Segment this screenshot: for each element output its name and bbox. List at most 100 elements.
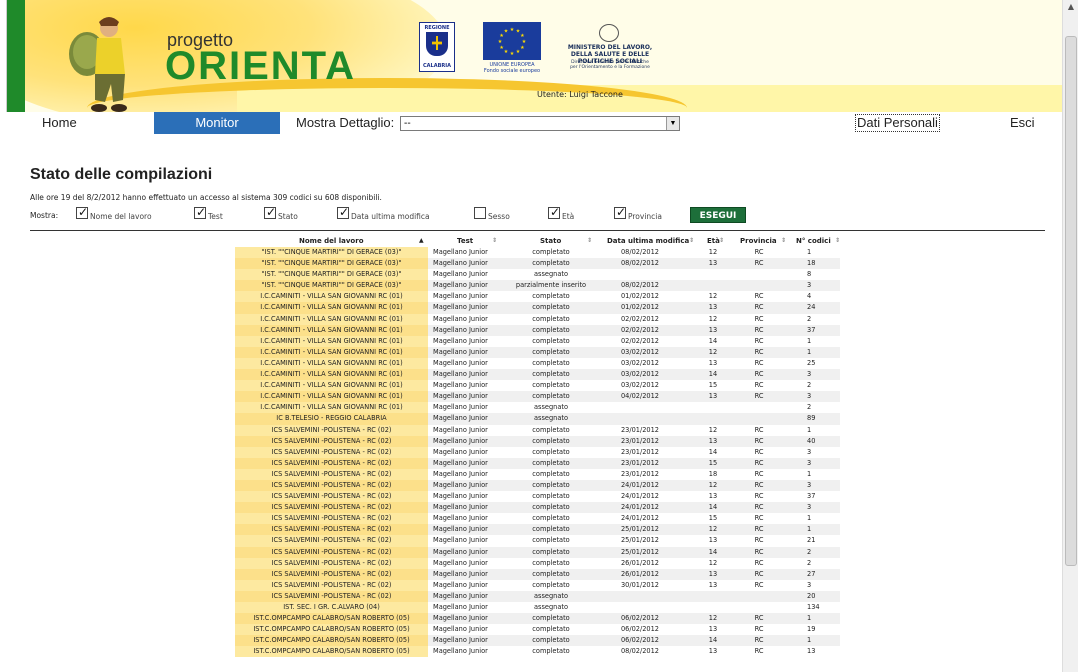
cell-provincia: RC [754,647,764,656]
cell-data: 25/01/2012 [620,525,659,534]
column-header-stato[interactable]: Stato [540,237,561,247]
cell-stato: completato [532,292,570,301]
column-header-nome[interactable]: Nome del lavoro [299,237,364,247]
cell-ncodici: 3 [807,447,812,456]
cell-stato: completato [532,647,570,656]
sort-asc-icon[interactable]: ▲ [419,237,424,247]
cell-test: Magellano Junior [433,347,488,356]
nav-monitor[interactable]: Monitor [154,112,280,134]
cell-eta: 15 [708,381,718,390]
filter-checkbox-stato[interactable] [264,205,276,219]
cell-ncodici: 3 [807,458,812,467]
eu-star-icon: ★ [516,49,521,55]
cell-data: 01/02/2012 [620,292,659,301]
scrollbar-thumb[interactable] [1065,36,1077,566]
column-header-ncodici[interactable]: N° codici [796,237,831,247]
cell-ncodici: 24 [807,303,816,312]
cell-eta [703,413,723,424]
filter-checkbox-eta[interactable] [548,205,560,219]
cell-nome: "IST. ""CINQUE MARTIRI"" DI GERACE (03)" [235,258,428,270]
cell-test: Magellano Junior [433,259,488,268]
table-row: "IST. ""CINQUE MARTIRI"" DI GERACE (03)"… [235,258,840,270]
ministry-line1: MINISTERO DEL LAVORO, [567,44,653,51]
cell-eta: 18 [708,469,718,478]
cell-nome: IST.C.OMPCAMPO CALABRO/SAN ROBERTO (05) [235,635,428,647]
table-row: ICS SALVEMINI -POLISTENA - RC (02) Magell… [235,479,840,492]
cell-nome: ICS SALVEMINI -POLISTENA - RC (02) [235,513,428,525]
table-row: I.C.CAMINITI - VILLA SAN GIOVANNI RC (01… [235,302,840,314]
table-row: ICS SALVEMINI -POLISTENA - RC (02) Magell… [235,424,840,436]
nav-home[interactable]: Home [42,112,77,134]
scroll-up-icon[interactable]: ▲ [1064,0,1078,14]
cell-provincia: RC [754,447,764,456]
table-row: ICS SALVEMINI -POLISTENA - RC (02) Magell… [235,435,840,447]
cell-provincia: RC [754,248,764,256]
sort-icon[interactable]: ⇕ [587,237,592,247]
cell-provincia: RC [754,292,764,301]
cell-provincia [749,402,769,413]
filter-checkbox-test[interactable] [194,205,206,219]
ministry-emblem-icon [599,24,619,42]
cell-ncodici: 2 [807,381,812,390]
esegui-button[interactable]: ESEGUI [690,207,746,223]
chevron-down-icon[interactable]: ▼ [666,117,679,130]
cell-eta: 12 [708,525,718,534]
cell-ncodici: 3 [807,392,812,401]
vertical-scrollbar[interactable]: ▲ [1062,0,1078,672]
cell-test: Magellano Junior [433,514,488,523]
table-row: I.C.CAMINITI - VILLA SAN GIOVANNI RC (01… [235,357,840,370]
filter-checkbox-provincia[interactable] [614,205,626,219]
cell-data: 03/02/2012 [620,358,659,367]
cell-data: 24/01/2012 [620,503,659,512]
filter-label-test: Test [208,212,223,221]
cell-ncodici: 2 [807,403,812,412]
table-row: I.C.CAMINITI - VILLA SAN GIOVANNI RC (01… [235,313,840,325]
filter-checkbox-data[interactable] [337,205,349,219]
sort-icon[interactable]: ⇕ [492,237,497,247]
table-body: "IST. ""CINQUE MARTIRI"" DI GERACE (03)"… [235,247,840,658]
column-header-eta[interactable]: Età [707,237,720,247]
cell-stato: parzialmente inserito [515,281,587,290]
cell-eta [703,591,723,602]
column-header-provincia[interactable]: Provincia [740,237,777,247]
cell-nome: ICS SALVEMINI -POLISTENA - RC (02) [235,424,428,436]
cell-test: Magellano Junior [433,492,488,501]
cell-data: 08/02/2012 [620,248,659,256]
sort-icon[interactable]: ⇕ [781,237,786,247]
cell-test: Magellano Junior [433,591,488,600]
cell-data: 24/01/2012 [620,480,659,489]
cell-provincia: RC [754,347,764,356]
cell-provincia: RC [754,558,764,567]
mostra-dettaglio-select[interactable]: -- ▼ [400,116,680,131]
cell-provincia: RC [754,514,764,523]
sort-icon[interactable]: ⇕ [835,237,840,247]
cell-nome: "IST. ""CINQUE MARTIRI"" DI GERACE (03)" [235,247,428,259]
cell-data: 25/01/2012 [620,547,659,556]
filter-label-nome: Nome del lavoro [90,212,152,221]
cell-stato: completato [532,248,570,256]
cell-data [605,402,675,413]
cell-stato: completato [532,469,570,478]
cell-eta: 12 [708,347,718,356]
column-header-test[interactable]: Test [457,237,473,247]
cell-test: Magellano Junior [433,325,488,334]
cell-ncodici: 37 [807,325,816,334]
cell-data [605,602,675,613]
sort-icon[interactable]: ⇕ [719,237,724,247]
cell-ncodici: 2 [807,558,812,567]
cell-nome: I.C.CAMINITI - VILLA SAN GIOVANNI RC (01… [235,369,428,381]
cell-data: 04/02/2012 [620,392,659,401]
cell-nome: ICS SALVEMINI -POLISTENA - RC (02) [235,468,428,480]
nav-dati-personali[interactable]: Dati Personali [855,114,940,132]
cell-data: 06/02/2012 [620,625,659,634]
cell-ncodici: 1 [807,614,812,623]
cell-eta: 15 [708,458,718,467]
sort-icon[interactable]: ⇕ [689,237,694,247]
nav-esci[interactable]: Esci [1010,112,1035,134]
filter-checkbox-sesso[interactable] [474,207,486,219]
filter-checkbox-nome[interactable] [76,205,88,219]
eu-star-icon: ★ [504,49,509,55]
table-row: ICS SALVEMINI -POLISTENA - RC (02) Magell… [235,557,840,569]
column-header-data[interactable]: Data ultima modifica [607,237,689,247]
cell-provincia: RC [754,314,764,323]
